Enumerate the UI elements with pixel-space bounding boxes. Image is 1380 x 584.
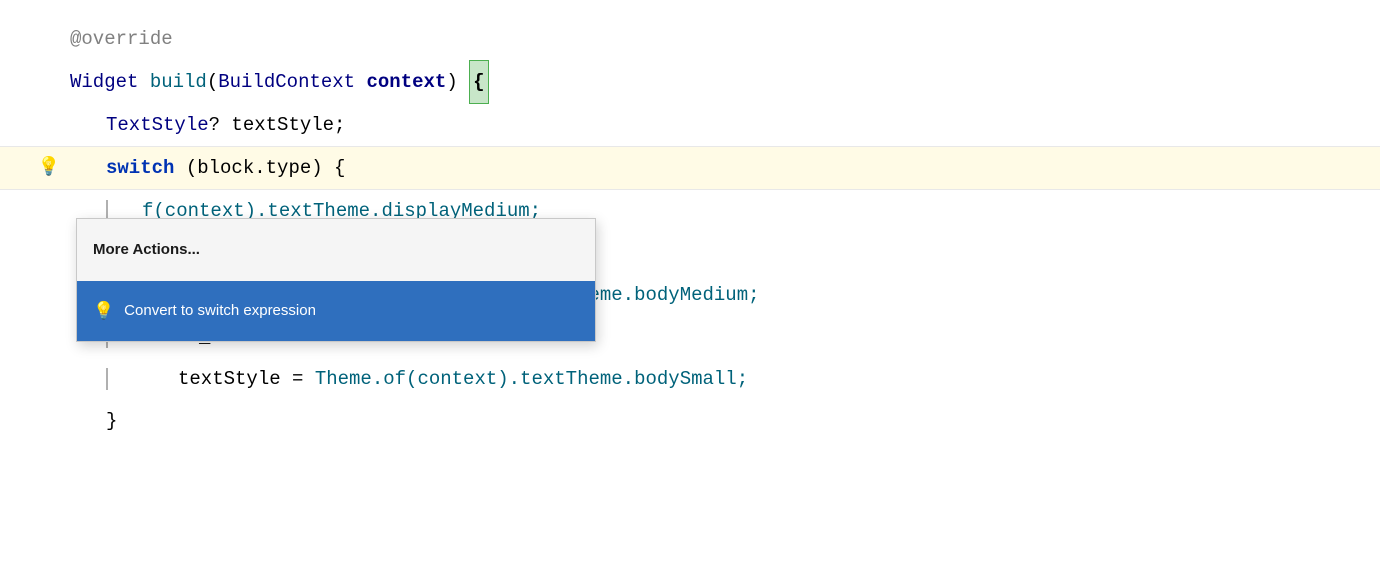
code-token: TextStyle — [106, 104, 209, 146]
code-token: ( — [207, 61, 218, 103]
code-content-1: @override — [70, 18, 1350, 60]
code-content-10: } — [70, 400, 1350, 442]
code-token: build — [150, 61, 207, 103]
indent-line — [106, 368, 108, 390]
more-actions-item[interactable]: More Actions... — [77, 219, 595, 281]
code-token: (block.type) { — [174, 147, 345, 189]
code-line-2: Widget build ( BuildContext context ) { — [0, 60, 1380, 104]
code-token: Theme.of(context).textTheme.bodySmall; — [315, 358, 748, 400]
bulb-icon-dropdown: 💡 — [93, 290, 114, 332]
code-line-3: TextStyle ? textStyle; — [0, 104, 1380, 146]
line-gutter-4: 💡 — [30, 147, 70, 189]
code-token: } — [106, 400, 117, 442]
context-menu-dropdown: More Actions... 💡 Convert to switch expr… — [76, 218, 596, 342]
convert-switch-expression-item[interactable]: 💡 Convert to switch expression — [77, 281, 595, 341]
code-token: textStyle = — [178, 358, 315, 400]
editor-container: @override Widget build ( BuildContext co… — [0, 0, 1380, 584]
bulb-icon[interactable]: 💡 — [38, 147, 60, 189]
code-content-2: Widget build ( BuildContext context ) { — [70, 60, 1350, 104]
code-line-9: textStyle = Theme.of(context).textTheme.… — [0, 358, 1380, 400]
code-line-4: 💡 switch (block.type) { — [0, 146, 1380, 190]
more-actions-label: More Actions... — [93, 241, 200, 258]
code-content-9: textStyle = Theme.of(context).textTheme.… — [70, 358, 1350, 400]
code-token: ) — [446, 61, 469, 103]
code-token-brace: { — [469, 60, 488, 104]
code-token: @override — [70, 18, 173, 60]
code-line-10: } — [0, 400, 1380, 442]
code-token: ? textStyle; — [209, 104, 346, 146]
code-token: context — [366, 61, 446, 103]
code-token — [355, 61, 366, 103]
convert-switch-expression-label: Convert to switch expression — [124, 290, 316, 332]
code-token: BuildContext — [218, 61, 355, 103]
code-token: Widget — [70, 61, 138, 103]
code-keyword-switch: switch — [106, 147, 174, 189]
code-content-3: TextStyle ? textStyle; — [70, 104, 1350, 146]
code-token — [138, 61, 149, 103]
code-area: @override Widget build ( BuildContext co… — [0, 0, 1380, 584]
code-content-4: switch (block.type) { — [70, 147, 1350, 189]
code-line-1: @override — [0, 18, 1380, 60]
